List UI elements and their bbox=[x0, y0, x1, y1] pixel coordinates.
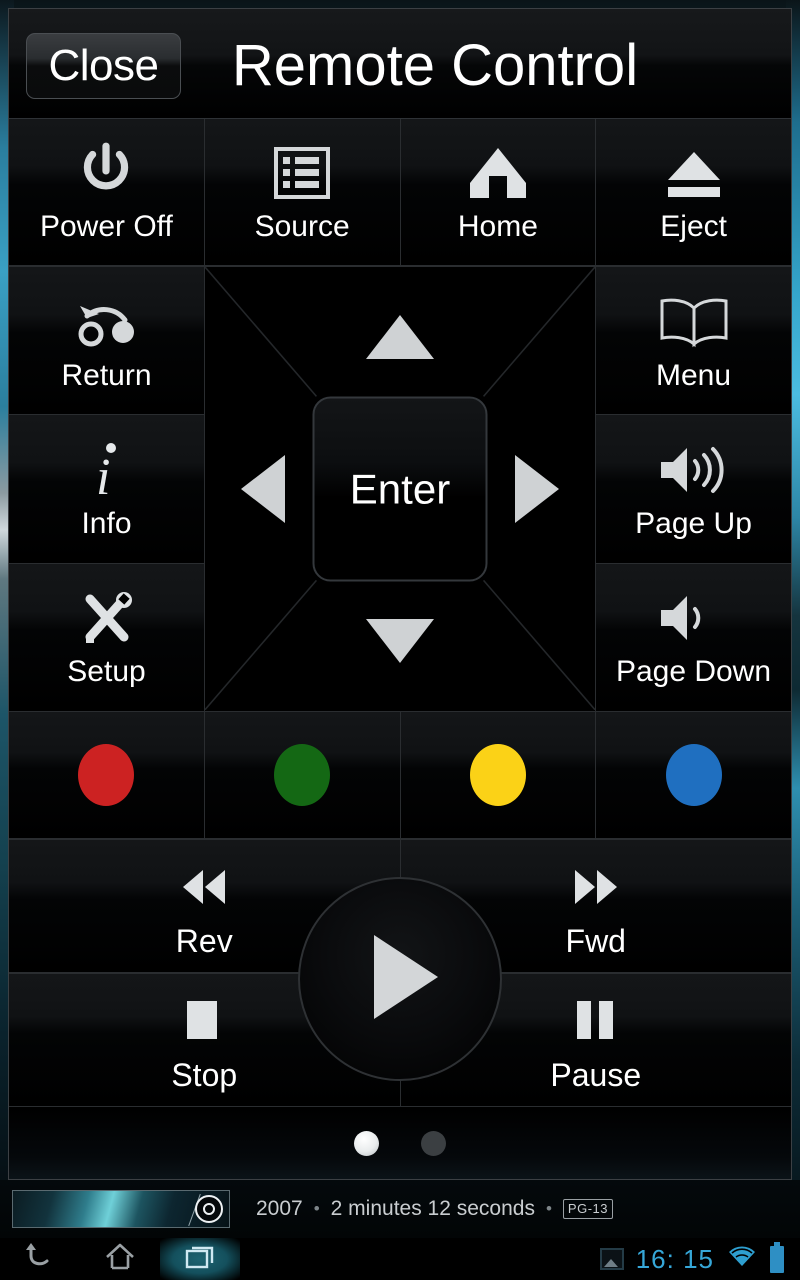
info-button[interactable]: i Info bbox=[9, 415, 205, 564]
nav-back-button[interactable] bbox=[0, 1238, 80, 1280]
enter-button[interactable]: Enter bbox=[312, 396, 488, 582]
power-off-label: Power Off bbox=[39, 210, 173, 243]
back-arrow-icon bbox=[23, 1242, 57, 1277]
page-down-label: Page Down bbox=[615, 655, 772, 689]
tools-icon bbox=[75, 586, 139, 650]
eject-label: Eject bbox=[660, 210, 727, 243]
page-down-button[interactable]: Page Down bbox=[595, 563, 791, 711]
color-button-yellow[interactable] bbox=[400, 712, 597, 839]
dpad-down-button[interactable] bbox=[366, 619, 434, 663]
rev-label: Rev bbox=[175, 923, 233, 959]
meta-separator-1: • bbox=[313, 1199, 320, 1218]
power-icon bbox=[73, 141, 139, 205]
color-button-green[interactable] bbox=[204, 712, 401, 839]
fwd-label: Fwd bbox=[565, 923, 626, 959]
color-button-row bbox=[9, 712, 791, 840]
menu-label: Menu bbox=[655, 358, 732, 392]
navigation-section: Return i Info Setup Enter Menu Page Up P… bbox=[9, 267, 791, 712]
fast-forward-icon bbox=[557, 855, 635, 919]
source-label: Source bbox=[254, 210, 350, 243]
page-title: Remote Control bbox=[231, 33, 639, 98]
home-button[interactable]: Home bbox=[400, 119, 597, 266]
media-rating-badge: PG-13 bbox=[562, 1199, 613, 1219]
info-label: Info bbox=[81, 506, 132, 540]
page-indicator bbox=[9, 1107, 791, 1179]
page-dot-1[interactable] bbox=[354, 1130, 379, 1156]
return-label: Return bbox=[61, 358, 152, 392]
eject-icon bbox=[664, 141, 724, 205]
android-navigation-bar: 16: 15 bbox=[0, 1238, 800, 1280]
power-off-button[interactable]: Power Off bbox=[9, 119, 205, 266]
page-up-button[interactable]: Page Up bbox=[595, 415, 791, 564]
left-button-column: Return i Info Setup bbox=[9, 267, 205, 711]
home-label: Home bbox=[457, 210, 538, 243]
list-icon bbox=[272, 141, 332, 205]
eject-button[interactable]: Eject bbox=[596, 119, 791, 266]
dpad-left-button[interactable] bbox=[241, 455, 285, 523]
battery-icon bbox=[770, 1241, 784, 1273]
wifi-icon bbox=[726, 1244, 758, 1275]
info-i-icon: i bbox=[84, 438, 130, 502]
top-button-row: Power Off Source Home Eject bbox=[9, 119, 791, 267]
nav-recent-apps-button[interactable] bbox=[160, 1238, 240, 1280]
dpad-up-button[interactable] bbox=[366, 315, 434, 359]
dpad-cluster: Enter bbox=[205, 267, 595, 711]
play-button[interactable] bbox=[298, 877, 502, 1081]
media-info-strip: 2007 • 2 minutes 12 seconds • PG-13 bbox=[0, 1180, 800, 1238]
media-thumbnail[interactable] bbox=[12, 1190, 230, 1228]
source-button[interactable]: Source bbox=[204, 119, 401, 266]
color-button-red[interactable] bbox=[9, 712, 205, 839]
rewind-icon bbox=[165, 855, 243, 919]
dpad-right-button[interactable] bbox=[515, 455, 559, 523]
transport-section: Rev Fwd Stop Pause bbox=[9, 840, 791, 1107]
return-button[interactable]: Return bbox=[9, 267, 205, 416]
pause-icon bbox=[570, 989, 622, 1053]
setup-button[interactable]: Setup bbox=[9, 563, 205, 711]
green-dot-icon bbox=[274, 744, 331, 806]
volume-up-icon bbox=[655, 438, 733, 502]
clock-label: 16: 15 bbox=[635, 1243, 714, 1274]
play-triangle-icon bbox=[354, 927, 446, 1032]
color-button-blue[interactable] bbox=[596, 712, 791, 839]
home-icon bbox=[466, 141, 530, 205]
media-metadata: 2007 • 2 minutes 12 seconds • PG-13 bbox=[256, 1197, 613, 1221]
book-icon bbox=[656, 290, 732, 354]
blue-dot-icon bbox=[665, 744, 722, 806]
meta-separator-2: • bbox=[545, 1199, 552, 1218]
status-tray: 16: 15 bbox=[599, 1241, 800, 1275]
media-duration: 2 minutes 12 seconds bbox=[330, 1197, 535, 1220]
nav-home-button[interactable] bbox=[80, 1238, 160, 1280]
red-dot-icon bbox=[78, 744, 135, 806]
stop-icon bbox=[179, 989, 229, 1053]
page-up-label: Page Up bbox=[635, 506, 752, 540]
svg-text:i: i bbox=[96, 449, 110, 501]
panel-titlebar: Close Remote Control bbox=[9, 9, 791, 119]
setup-label: Setup bbox=[67, 655, 146, 689]
remote-control-panel: Close Remote Control Power Off Source Ho… bbox=[8, 8, 792, 1180]
disc-icon bbox=[195, 1195, 223, 1223]
menu-button[interactable]: Menu bbox=[595, 267, 791, 416]
media-year: 2007 bbox=[256, 1197, 303, 1220]
right-button-column: Menu Page Up Page Down bbox=[595, 267, 791, 711]
home-outline-icon bbox=[104, 1242, 136, 1277]
screenshot-icon[interactable] bbox=[599, 1248, 624, 1270]
page-dot-2[interactable] bbox=[421, 1130, 446, 1156]
recent-apps-icon bbox=[183, 1242, 217, 1277]
return-arrow-icon bbox=[71, 290, 143, 354]
stop-label: Stop bbox=[171, 1057, 238, 1093]
pause-label: Pause bbox=[550, 1057, 642, 1093]
volume-down-icon bbox=[655, 586, 733, 650]
yellow-dot-icon bbox=[469, 744, 526, 806]
